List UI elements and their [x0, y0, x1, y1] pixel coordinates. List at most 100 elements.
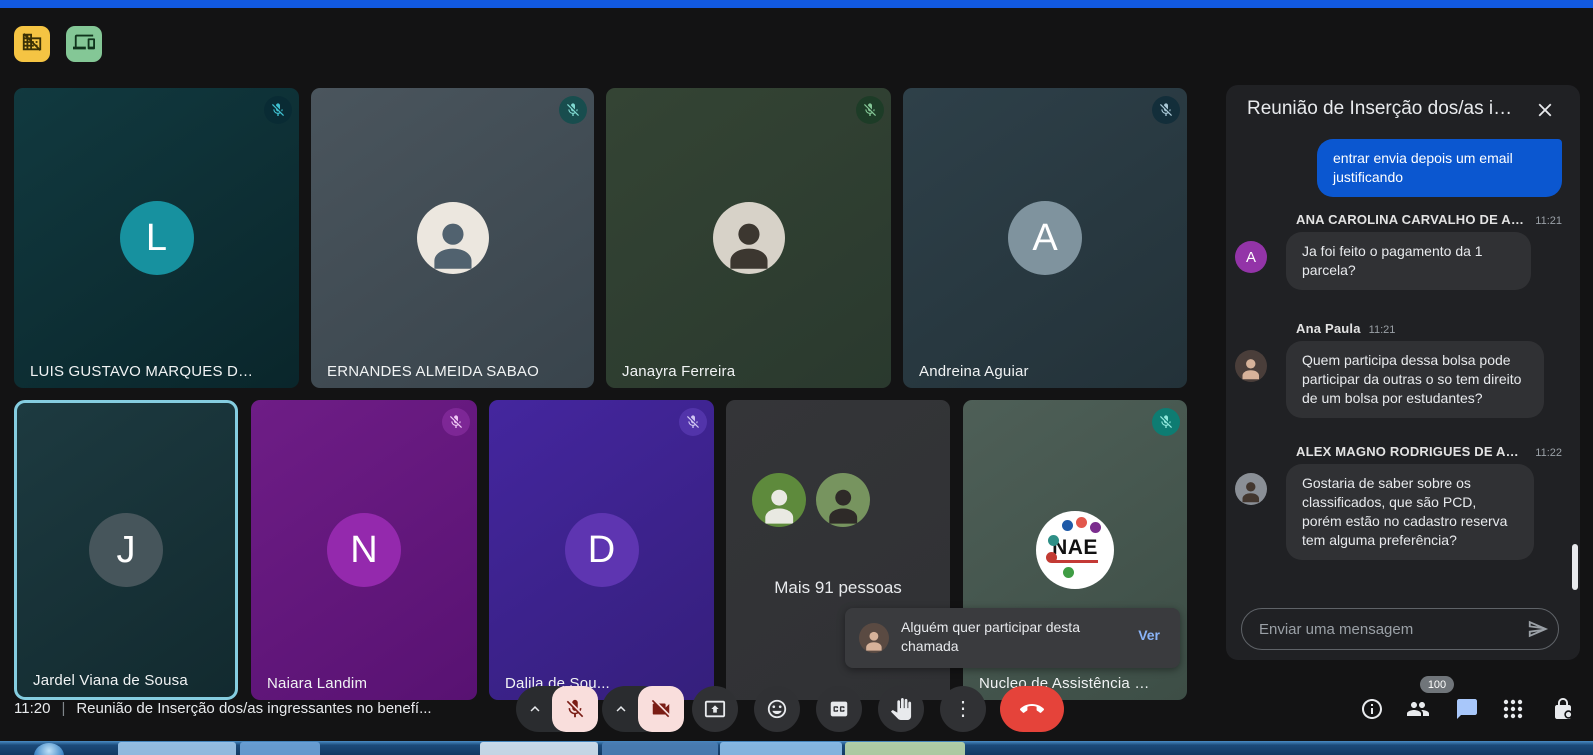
reactions-button[interactable] — [754, 686, 800, 732]
avatar — [752, 473, 806, 527]
participant-tile[interactable]: N Naiara Landim — [251, 400, 477, 700]
camera-toggle-button[interactable] — [638, 686, 684, 732]
join-request-toast: Alguém quer participar desta chamada Ver — [845, 608, 1180, 668]
participant-tile[interactable]: L LUIS GUSTAVO MARQUES DE AQ... — [14, 88, 299, 388]
nae-logo: NAE — [1036, 511, 1114, 589]
chat-message-input[interactable] — [1242, 621, 1518, 638]
more-people-label: Mais 91 pessoas — [726, 578, 950, 598]
nae-logo-dot — [1090, 522, 1101, 533]
participant-tile[interactable]: A Andreina Aguiar — [903, 88, 1187, 388]
nae-logo-dot — [1046, 552, 1057, 563]
avatar — [859, 623, 889, 653]
mic-muted-icon — [264, 96, 292, 124]
activities-button[interactable] — [1501, 697, 1525, 721]
more-vert-icon: ⋮ — [953, 699, 973, 719]
meeting-details-button[interactable] — [1360, 697, 1384, 721]
message-sender: ANA CAROLINA CARVALHO DE ALME... — [1296, 212, 1527, 227]
chevron-up-icon — [526, 700, 544, 718]
mic-muted-icon — [1152, 408, 1180, 436]
domain-disabled-icon — [21, 31, 43, 58]
avatar: L — [120, 201, 194, 275]
send-message-button[interactable] — [1518, 609, 1558, 649]
participant-tile[interactable]: ERNANDES ALMEIDA SABAO — [311, 88, 594, 388]
chat-button[interactable] — [1455, 697, 1479, 721]
host-controls-button[interactable] — [1551, 697, 1575, 721]
mic-muted-icon — [679, 408, 707, 436]
message-bubble: Quem participa dessa bolsa pode particip… — [1286, 341, 1544, 418]
nae-logo-dot — [1062, 520, 1073, 531]
taskbar-app-button[interactable] — [118, 742, 236, 755]
send-icon — [1527, 618, 1549, 640]
taskbar-app-button[interactable] — [240, 742, 320, 755]
message-sender: ALEX MAGNO RODRIGUES DE ARAUJO — [1296, 444, 1527, 459]
present-button[interactable] — [692, 686, 738, 732]
nae-logo-dot — [1063, 567, 1074, 578]
nae-logo-dot — [1048, 535, 1059, 546]
participant-tile[interactable]: D Dalila de Sou... — [489, 400, 714, 700]
chevron-up-icon — [612, 700, 630, 718]
taskbar-app-button[interactable] — [602, 742, 718, 755]
participants-button[interactable] — [1406, 697, 1430, 721]
captions-button[interactable] — [816, 686, 862, 732]
message-time: 11:21 — [1369, 324, 1396, 336]
chat-icon — [1455, 697, 1479, 721]
more-options-button[interactable]: ⋮ — [940, 686, 986, 732]
stacked-avatars — [779, 500, 897, 554]
participant-name: Andreina Aguiar — [919, 363, 1151, 380]
extension-badge-yellow[interactable] — [14, 26, 50, 62]
message-sender: Ana Paula — [1296, 321, 1361, 336]
chat-message-own: entrar envia depois um email justificand… — [1286, 139, 1562, 197]
info-icon — [1360, 697, 1384, 721]
emoji-icon — [766, 698, 788, 720]
toast-text: Alguém quer participar desta chamada — [901, 618, 1101, 656]
people-icon — [1406, 697, 1430, 721]
message-time: 11:22 — [1535, 447, 1562, 459]
chat-message: ALEX MAGNO RODRIGUES DE ARAUJO 11:22 Gos… — [1286, 444, 1562, 560]
start-button[interactable] — [34, 743, 64, 755]
participant-tile[interactable]: Janayra Ferreira — [606, 88, 891, 388]
browser-loading-bar — [0, 0, 1593, 8]
participant-tile-active[interactable]: J Jardel Viana de Sousa — [14, 400, 238, 700]
avatar — [1235, 473, 1267, 505]
toast-view-button[interactable]: Ver — [1138, 627, 1160, 643]
avatar: N — [327, 513, 401, 587]
taskbar-app-button[interactable] — [480, 742, 598, 755]
participant-name: LUIS GUSTAVO MARQUES DE AQ... — [30, 363, 263, 380]
chat-header: Reunião de Inserção dos/as ingre... — [1226, 85, 1580, 133]
avatar: D — [565, 513, 639, 587]
avatar — [816, 473, 870, 527]
mic-off-icon — [564, 698, 586, 720]
chat-input-container — [1241, 608, 1559, 650]
windows-taskbar[interactable] — [0, 741, 1593, 755]
control-bar: ⋮ — [0, 686, 1190, 732]
chat-panel-title: Reunião de Inserção dos/as ingre... — [1247, 98, 1517, 120]
close-chat-button[interactable] — [1534, 99, 1556, 121]
meeting-info-controls: 100 — [1340, 686, 1593, 732]
avatar — [417, 202, 489, 274]
participant-name: Janayra Ferreira — [622, 363, 855, 380]
lock-icon — [1551, 697, 1575, 721]
taskbar-app-button[interactable] — [845, 742, 965, 755]
avatar: A — [1235, 241, 1267, 273]
mic-toggle-button[interactable] — [552, 686, 598, 732]
message-bubble: Ja foi feito o pagamento da 1 parcela? — [1286, 232, 1531, 290]
chat-message: Ana Paula 11:21 Quem participa dessa bol… — [1286, 321, 1562, 418]
captions-icon — [828, 698, 850, 720]
avatar: J — [89, 513, 163, 587]
avatar — [1235, 350, 1267, 382]
meet-window: L LUIS GUSTAVO MARQUES DE AQ... ERNANDES… — [0, 0, 1593, 755]
nae-logo-text: NAE — [1052, 537, 1098, 562]
message-bubble: entrar envia depois um email justificand… — [1317, 139, 1562, 197]
extension-badge-green[interactable] — [66, 26, 102, 62]
avatar — [713, 202, 785, 274]
avatar: A — [1008, 201, 1082, 275]
chat-message: ANA CAROLINA CARVALHO DE ALME... 11:21 A… — [1286, 212, 1562, 290]
mic-muted-icon — [1152, 96, 1180, 124]
chat-scrollbar-thumb[interactable] — [1572, 544, 1578, 590]
devices-icon — [73, 31, 95, 58]
hand-icon — [890, 698, 912, 720]
chat-panel: Reunião de Inserção dos/as ingre... entr… — [1226, 85, 1580, 660]
taskbar-app-button[interactable] — [720, 742, 842, 755]
raise-hand-button[interactable] — [878, 686, 924, 732]
end-call-button[interactable] — [1000, 686, 1064, 732]
